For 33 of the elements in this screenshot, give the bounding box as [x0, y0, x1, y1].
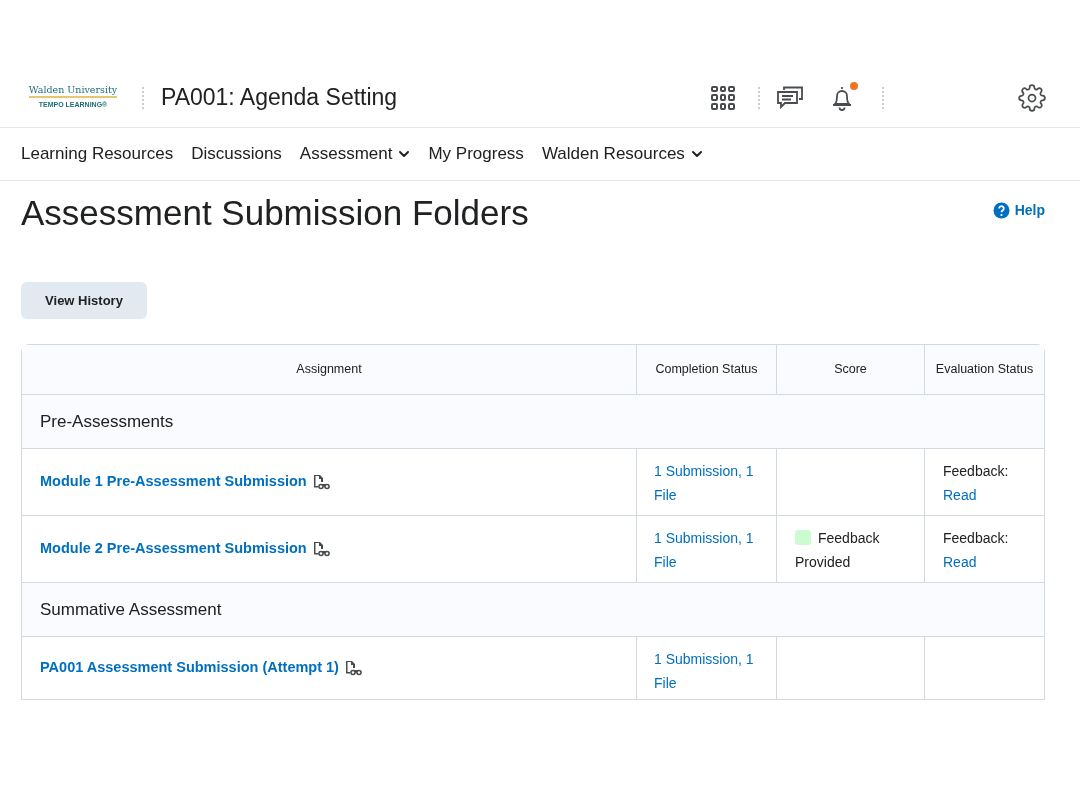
course-title[interactable]: PA001: Agenda Setting — [161, 80, 398, 115]
nav-link[interactable]: Walden Resources — [541, 141, 703, 167]
apps-grid-icon[interactable] — [710, 84, 736, 111]
feedback-label: Feedback: — [943, 529, 1010, 548]
logo-name: Walden University — [28, 84, 118, 98]
submission-link[interactable]: 1 Submission, 1 File — [654, 526, 759, 574]
nav-link[interactable]: My Progress — [428, 141, 524, 167]
chat-bubbles-icon[interactable] — [776, 84, 804, 111]
settings-icon[interactable] — [1018, 83, 1046, 112]
nav-link[interactable]: Discussions — [191, 141, 282, 167]
view-history-button[interactable]: View History — [21, 282, 147, 319]
submission-link[interactable]: 1 Submission, 1 File — [654, 459, 759, 507]
nav-link[interactable]: Learning Resources — [21, 141, 174, 167]
submission-link[interactable]: 1 Submission, 1 File — [654, 647, 759, 695]
nav-link[interactable]: Assessment — [299, 141, 411, 167]
group-heading: Summative Assessment — [40, 599, 222, 619]
assignment-link[interactable]: Module 1 Pre-Assessment Submission — [40, 471, 331, 493]
file-binoculars-icon — [312, 541, 331, 557]
chevron-down-icon — [690, 150, 703, 158]
read-feedback-link[interactable]: Read — [943, 554, 977, 570]
help-icon — [992, 202, 1010, 219]
assignment-link[interactable]: Module 2 Pre-Assessment Submission — [40, 538, 331, 560]
help-link[interactable]: Help — [992, 200, 1045, 221]
read-feedback-link[interactable]: Read — [943, 487, 977, 503]
page-title: Assessment Submission Folders — [21, 193, 529, 233]
assignment-link[interactable]: PA001 Assessment Submission (Attempt 1) — [40, 657, 363, 679]
file-binoculars-icon — [312, 474, 331, 490]
group-heading: Pre-Assessments — [40, 411, 174, 431]
file-binoculars-icon — [344, 660, 363, 676]
notification-bell-icon[interactable] — [830, 83, 856, 112]
feedback-label: Feedback: — [943, 462, 1010, 481]
chevron-down-icon — [398, 150, 411, 158]
score-status: Feedback Provided — [795, 530, 880, 570]
